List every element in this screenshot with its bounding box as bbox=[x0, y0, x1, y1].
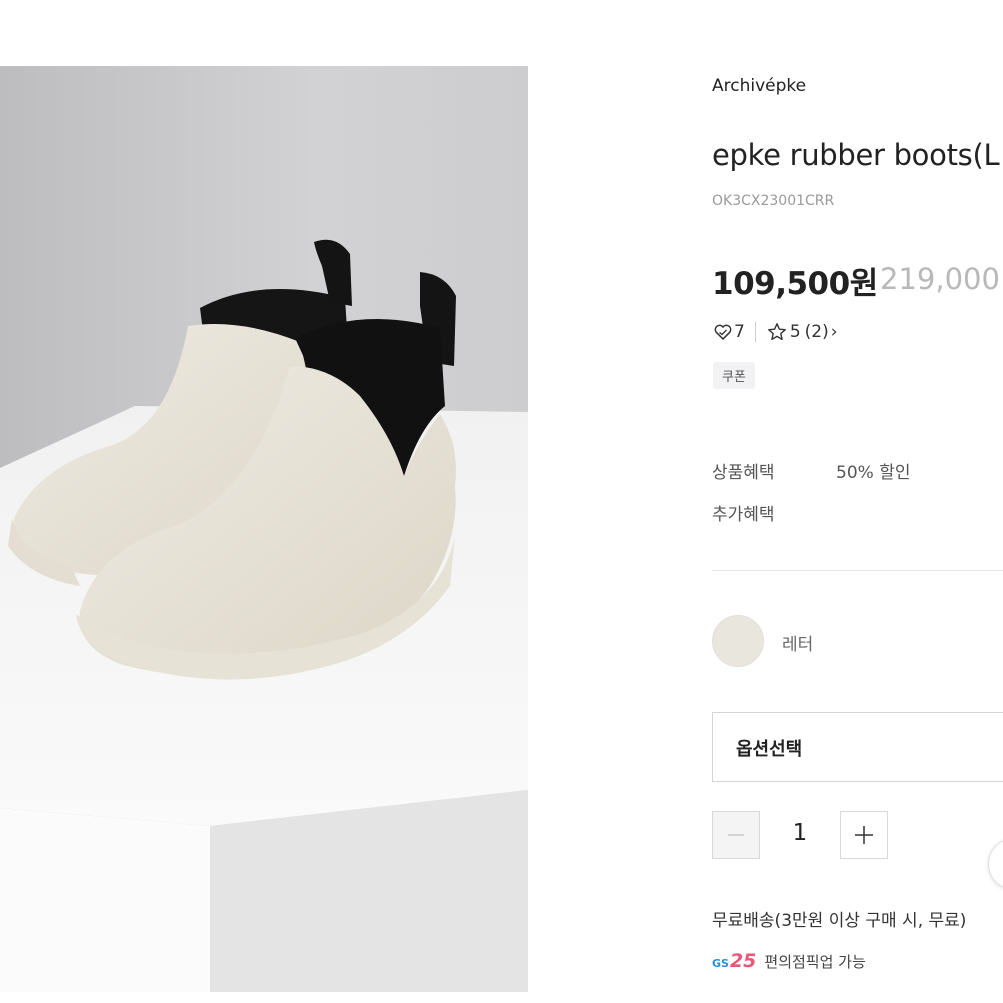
heart-icon[interactable] bbox=[712, 321, 734, 343]
boots-photo bbox=[0, 66, 528, 992]
coupon-badge[interactable]: 쿠폰 bbox=[713, 362, 755, 389]
quantity-increase-button[interactable] bbox=[840, 811, 888, 859]
review-count[interactable]: (2) bbox=[805, 322, 829, 342]
stats-divider bbox=[754, 322, 756, 342]
product-code: OK3CX23001CRR bbox=[712, 193, 835, 209]
gs25-logo: GS25 bbox=[712, 950, 757, 972]
product-benefit-value: 50% 할인 bbox=[836, 463, 911, 483]
color-swatch[interactable] bbox=[712, 615, 764, 667]
brand-name[interactable]: Archivépke bbox=[712, 76, 806, 96]
quantity-decrease-button[interactable] bbox=[712, 811, 760, 859]
star-icon bbox=[766, 321, 788, 343]
section-divider bbox=[712, 570, 1003, 571]
product-stats: 7 5 (2) › bbox=[712, 320, 838, 344]
like-count: 7 bbox=[734, 322, 745, 342]
sale-price: 109,500원 bbox=[712, 266, 878, 302]
quantity-value[interactable]: 1 bbox=[776, 820, 824, 846]
convenience-pickup: GS25 편의점픽업 가능 bbox=[712, 948, 866, 974]
plus-icon bbox=[855, 826, 873, 844]
product-benefit-label: 상품혜택 bbox=[712, 463, 775, 483]
product-title: epke rubber boots(L bbox=[712, 138, 1000, 172]
color-name: 레터 bbox=[782, 635, 814, 655]
extra-benefit-label: 추가혜택 bbox=[712, 505, 775, 525]
floating-circle-button[interactable] bbox=[988, 838, 1003, 890]
original-price: 219,000 bbox=[880, 262, 1000, 296]
rating-value: 5 bbox=[789, 322, 801, 342]
option-select-label: 옵션선택 bbox=[736, 739, 803, 760]
minus-icon bbox=[728, 834, 744, 836]
option-select[interactable]: 옵션선택 bbox=[712, 712, 1003, 782]
shipping-info: 무료배송(3만원 이상 구매 시, 무료) bbox=[712, 911, 967, 931]
chevron-right-icon[interactable]: › bbox=[831, 322, 838, 342]
pickup-text: 편의점픽업 가능 bbox=[764, 952, 866, 971]
product-image[interactable] bbox=[0, 66, 528, 992]
